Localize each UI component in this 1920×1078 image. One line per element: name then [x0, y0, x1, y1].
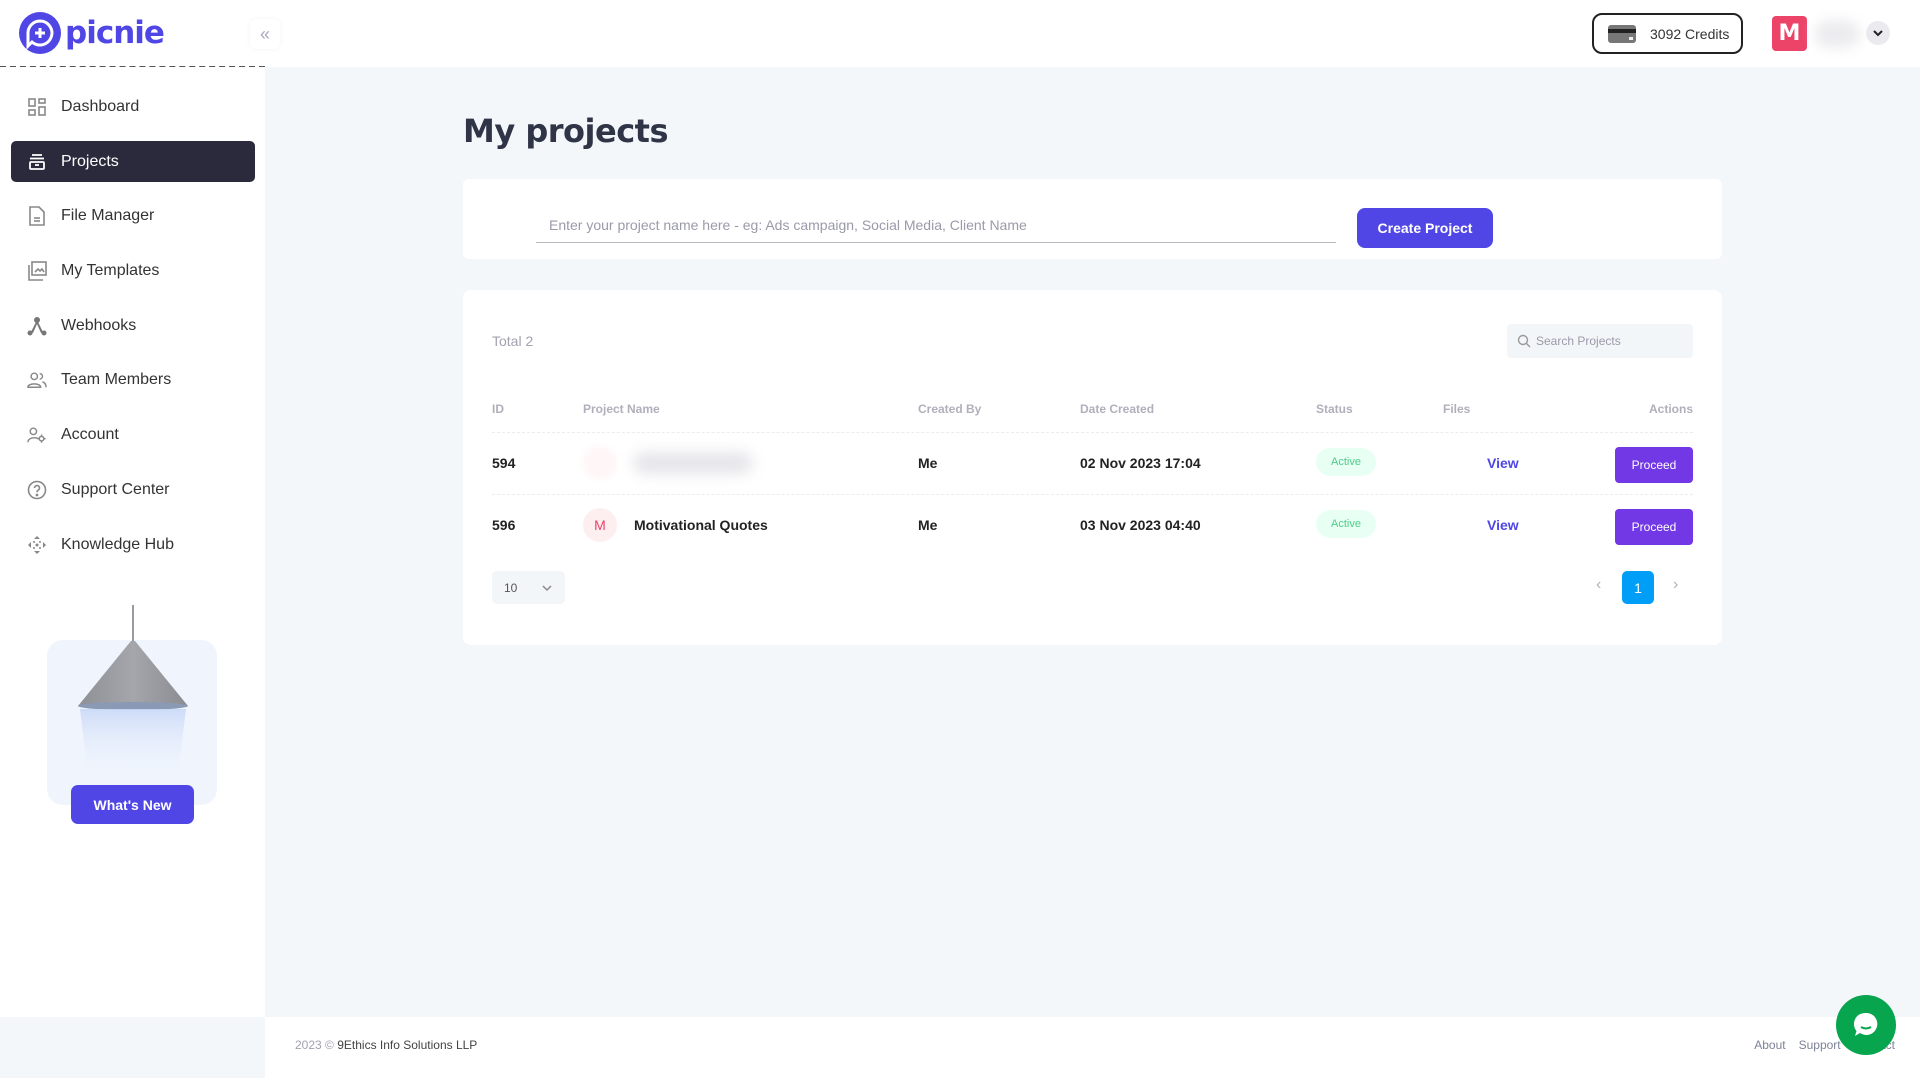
- sidebar-item-label: Account: [61, 425, 119, 443]
- column-header-files: Files: [1443, 402, 1471, 416]
- view-files-link[interactable]: View: [1487, 455, 1519, 471]
- help-circle-icon: [27, 480, 47, 500]
- row-divider: [492, 494, 1693, 495]
- page-title: My projects: [463, 112, 669, 150]
- project-id: 596: [492, 517, 516, 533]
- footer-link-about[interactable]: About: [1754, 1038, 1785, 1052]
- sidebar-item-label: Support Center: [61, 480, 170, 498]
- sidebar-item-label: Team Members: [61, 370, 172, 388]
- whats-new-button[interactable]: What's New: [71, 785, 194, 824]
- user-menu-toggle[interactable]: [1866, 21, 1890, 45]
- top-header: picnie « 3092 Credits M: [0, 0, 1920, 68]
- logo-text: picnie: [65, 15, 165, 51]
- credits-label: 3092 Credits: [1650, 25, 1730, 42]
- view-files-link[interactable]: View: [1487, 517, 1519, 533]
- row-divider: [492, 432, 1693, 433]
- dashboard-icon: [27, 97, 47, 117]
- sidebar-item-label: Dashboard: [61, 97, 140, 115]
- previous-page-button[interactable]: ‹: [1596, 576, 1601, 594]
- credit-card-icon: [1608, 24, 1636, 43]
- logo-mark-icon: [19, 12, 61, 54]
- footer-link-support[interactable]: Support: [1799, 1038, 1841, 1052]
- status-badge: Active: [1316, 448, 1376, 476]
- sidebar-item-dashboard[interactable]: Dashboard: [11, 86, 255, 127]
- column-header-created-by: Created By: [918, 402, 982, 416]
- project-name-redacted: [633, 452, 753, 474]
- sidebar-item-label: My Templates: [61, 261, 160, 279]
- sidebar: Dashboard Projects File Manager My Templ…: [0, 67, 265, 1017]
- copyright-year: 2023 ©: [295, 1038, 334, 1052]
- account-settings-icon: [27, 425, 47, 445]
- column-header-date-created: Date Created: [1080, 402, 1155, 416]
- sidebar-item-webhooks[interactable]: Webhooks: [11, 305, 255, 346]
- search-projects-field[interactable]: [1507, 324, 1693, 358]
- user-avatar[interactable]: M: [1772, 16, 1807, 51]
- sidebar-item-file-manager[interactable]: File Manager: [11, 195, 255, 236]
- created-by: Me: [918, 455, 938, 471]
- picnie-logo[interactable]: picnie: [19, 12, 165, 54]
- chat-icon: [1853, 1012, 1878, 1036]
- create-project-button[interactable]: Create Project: [1357, 208, 1493, 248]
- project-avatar: [583, 446, 617, 480]
- team-icon: [27, 370, 47, 390]
- column-header-status: Status: [1316, 402, 1353, 416]
- company-link[interactable]: 9Ethics Info Solutions LLP: [337, 1038, 477, 1052]
- webhook-icon: [27, 316, 47, 336]
- column-header-project-name: Project Name: [583, 402, 660, 416]
- sidebar-item-my-templates[interactable]: My Templates: [11, 250, 255, 291]
- project-id: 594: [492, 455, 516, 471]
- chevron-down-icon: [1873, 30, 1883, 37]
- sidebar-item-label: Webhooks: [61, 316, 137, 334]
- footer: 2023 © 9Ethics Info Solutions LLP About …: [265, 1017, 1920, 1078]
- search-projects-input[interactable]: [1536, 334, 1686, 348]
- date-created: 03 Nov 2023 04:40: [1080, 517, 1201, 533]
- page-size-select[interactable]: 10: [492, 571, 565, 604]
- project-avatar: M: [583, 508, 617, 542]
- sidebar-item-knowledge-hub[interactable]: Knowledge Hub: [11, 524, 255, 565]
- project-name[interactable]: Motivational Quotes: [634, 517, 768, 533]
- page-size-value: 10: [504, 580, 518, 595]
- search-icon: [1517, 334, 1531, 348]
- sidebar-item-label: Knowledge Hub: [61, 535, 174, 553]
- collapse-sidebar-button[interactable]: «: [250, 19, 280, 49]
- chevron-down-icon: [542, 584, 552, 591]
- page-1-button[interactable]: 1: [1622, 571, 1654, 604]
- sidebar-item-projects[interactable]: Projects: [11, 141, 255, 182]
- templates-icon: [27, 260, 47, 281]
- proceed-button[interactable]: Proceed: [1615, 447, 1693, 483]
- knowledge-hub-icon: [27, 535, 47, 555]
- create-project-card: Create Project: [463, 179, 1722, 259]
- credits-button[interactable]: 3092 Credits: [1592, 13, 1743, 54]
- project-name-input[interactable]: [536, 207, 1336, 243]
- double-chevron-left-icon: «: [259, 23, 270, 44]
- sidebar-item-support-center[interactable]: Support Center: [11, 469, 255, 510]
- column-header-id: ID: [492, 402, 504, 416]
- chat-widget-button[interactable]: [1836, 995, 1896, 1055]
- copyright: 2023 © 9Ethics Info Solutions LLP: [295, 1038, 477, 1052]
- sidebar-item-label: File Manager: [61, 206, 155, 224]
- user-name-redacted: [1815, 20, 1860, 48]
- sidebar-item-account[interactable]: Account: [11, 414, 255, 455]
- file-icon: [27, 205, 47, 226]
- date-created: 02 Nov 2023 17:04: [1080, 455, 1201, 471]
- column-header-actions: Actions: [1648, 402, 1693, 416]
- sidebar-item-team-members[interactable]: Team Members: [11, 359, 255, 400]
- archive-icon: [27, 152, 47, 172]
- created-by: Me: [918, 517, 938, 533]
- total-count: Total 2: [492, 333, 534, 349]
- projects-table-card: Total 2 ID Project Name Created By Date …: [463, 290, 1722, 645]
- next-page-button[interactable]: ›: [1673, 576, 1678, 594]
- sidebar-item-label: Projects: [61, 152, 119, 170]
- status-badge: Active: [1316, 510, 1376, 538]
- proceed-button[interactable]: Proceed: [1615, 509, 1693, 545]
